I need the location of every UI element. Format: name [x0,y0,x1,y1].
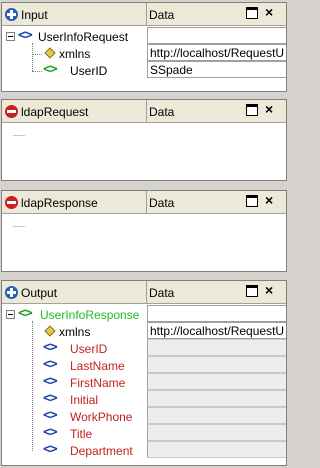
xml-element-icon: <> [18,28,33,43]
data-cell[interactable]: http://localhost/RequestU [147,44,286,61]
input-panel: Input Data × <> UserInfoRequest xmlns <>… [1,2,287,92]
data-value: http://localhost/RequestU [150,324,285,338]
data-column-header[interactable]: Data [149,196,174,210]
data-value: SSpade [150,63,193,77]
data-cell[interactable] [147,356,286,373]
node-label: Initial [70,393,99,407]
xml-element-icon: <> [43,408,58,423]
xml-element-icon: <> [43,391,58,406]
output-panel: Output Data × <> UserInfoResponse xmlns … [1,280,287,466]
node-label: UserInfoRequest [38,30,129,44]
name-column-header[interactable]: ldapResponse [2,191,147,214]
ldap-response-panel: ldapResponse Data × [1,190,287,272]
name-column-header[interactable]: Output [2,281,147,304]
minimize-icon[interactable] [246,7,258,19]
close-icon[interactable]: × [265,192,273,208]
node-label: Title [70,427,93,441]
data-column-header[interactable]: Data [149,105,174,119]
ldap-response-header: ldapResponse Data × [2,191,286,214]
tree-node[interactable]: <> UserID [2,62,147,79]
node-label: Department [70,444,133,458]
minimize-icon[interactable] [246,104,258,116]
output-panel-header: Output Data × [2,281,286,304]
close-icon[interactable]: × [265,101,273,117]
name-column-header[interactable]: Input [2,3,147,26]
data-cell[interactable] [147,441,286,458]
xml-element-icon: <> [43,62,58,77]
data-value: http://localhost/RequestU [150,46,285,60]
data-column-header[interactable]: Data [149,8,174,22]
plus-circle-icon[interactable] [5,286,18,299]
tree-node[interactable]: <> Title [2,425,147,442]
xml-element-icon: <> [43,442,58,457]
node-label: UserInfoResponse [40,308,140,322]
xml-element-icon: <> [43,425,58,440]
panel-title: Input [21,8,48,22]
empty-placeholder [13,135,25,136]
tree-node-root[interactable]: <> UserInfoRequest [2,28,147,45]
xml-element-icon: <> [43,340,58,355]
node-label: LastName [70,359,125,373]
data-column-header[interactable]: Data [149,286,174,300]
panel-title: ldapRequest [21,105,89,119]
node-label: WorkPhone [70,410,133,424]
tree-node[interactable]: <> Initial [2,391,147,408]
data-cell[interactable] [147,27,286,44]
data-cell[interactable] [147,407,286,424]
tree-node[interactable]: <> WorkPhone [2,408,147,425]
minimize-icon[interactable] [246,195,258,207]
collapse-toggle-icon[interactable] [6,310,15,319]
ldap-request-panel: ldapRequest Data × [1,99,287,181]
data-cell[interactable] [147,339,286,356]
xml-attribute-icon [44,47,56,59]
minus-circle-icon[interactable] [5,196,18,209]
minimize-icon[interactable] [246,285,258,297]
tree-node[interactable]: xmlns [2,45,147,62]
xml-element-icon: <> [43,374,58,389]
panel-title: Output [21,286,58,300]
xml-attribute-icon [44,325,56,337]
tree-node[interactable]: <> Department [2,442,147,459]
tree-node[interactable]: <> FirstName [2,374,147,391]
empty-placeholder [13,226,25,227]
ldap-request-header: ldapRequest Data × [2,100,286,123]
panel-title: ldapResponse [21,196,98,210]
data-cell[interactable]: SSpade [147,61,286,78]
data-cell[interactable]: http://localhost/RequestU [147,322,286,339]
node-label: FirstName [70,376,126,390]
xml-element-icon: <> [43,357,58,372]
name-column-header[interactable]: ldapRequest [2,100,147,123]
plus-circle-icon[interactable] [5,8,18,21]
xml-element-icon: <> [18,306,33,321]
collapse-toggle-icon[interactable] [6,32,15,41]
tree-node[interactable]: <> LastName [2,357,147,374]
tree-node[interactable]: <> UserID [2,340,147,357]
data-cell[interactable] [147,424,286,441]
data-cell[interactable] [147,305,286,322]
data-cell[interactable] [147,373,286,390]
close-icon[interactable]: × [265,4,273,20]
node-label: UserID [70,64,108,78]
minus-circle-icon[interactable] [5,105,18,118]
data-cell[interactable] [147,390,286,407]
node-label: xmlns [59,47,91,61]
node-label: xmlns [59,325,91,339]
tree-node[interactable]: xmlns [2,323,147,340]
tree-node-root[interactable]: <> UserInfoResponse [2,306,147,323]
node-label: UserID [70,342,108,356]
close-icon[interactable]: × [265,282,273,298]
input-panel-header: Input Data × [2,3,286,26]
